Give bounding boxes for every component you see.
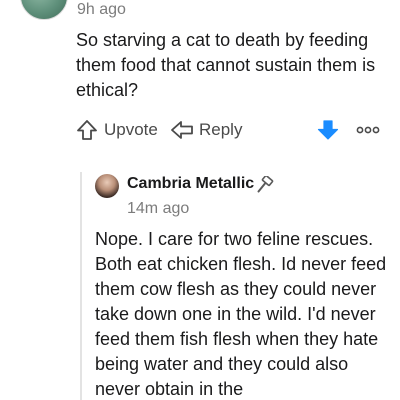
avatar[interactable] bbox=[20, 0, 68, 20]
downvote-arrow-icon bbox=[316, 118, 340, 142]
hammer-icon bbox=[256, 174, 276, 199]
reply-avatar[interactable] bbox=[95, 174, 119, 198]
reply-label: Reply bbox=[199, 120, 243, 139]
reply-arrow-icon bbox=[170, 119, 194, 141]
comment-thread: 9h ago So starving a cat to death by fee… bbox=[0, 0, 400, 400]
thread-line[interactable] bbox=[80, 172, 82, 400]
downvote-button[interactable] bbox=[316, 116, 340, 144]
upvote-arrow-icon bbox=[76, 119, 98, 141]
reply-timestamp: 14m ago bbox=[127, 200, 190, 217]
more-options-button[interactable] bbox=[356, 116, 380, 144]
upvote-button[interactable]: Upvote bbox=[76, 116, 158, 144]
more-options-icon bbox=[356, 124, 380, 136]
reply-button[interactable]: Reply bbox=[170, 116, 242, 144]
comment-body: So starving a cat to death by feeding th… bbox=[76, 30, 376, 100]
comment-timestamp: 9h ago bbox=[77, 1, 126, 18]
reply-username[interactable]: Cambria Metallic bbox=[127, 175, 254, 193]
comment-action-bar: Upvote Reply bbox=[76, 116, 386, 144]
reply-body: Nope. I care for two feline rescues. Bot… bbox=[95, 229, 387, 399]
upvote-label: Upvote bbox=[104, 120, 158, 139]
